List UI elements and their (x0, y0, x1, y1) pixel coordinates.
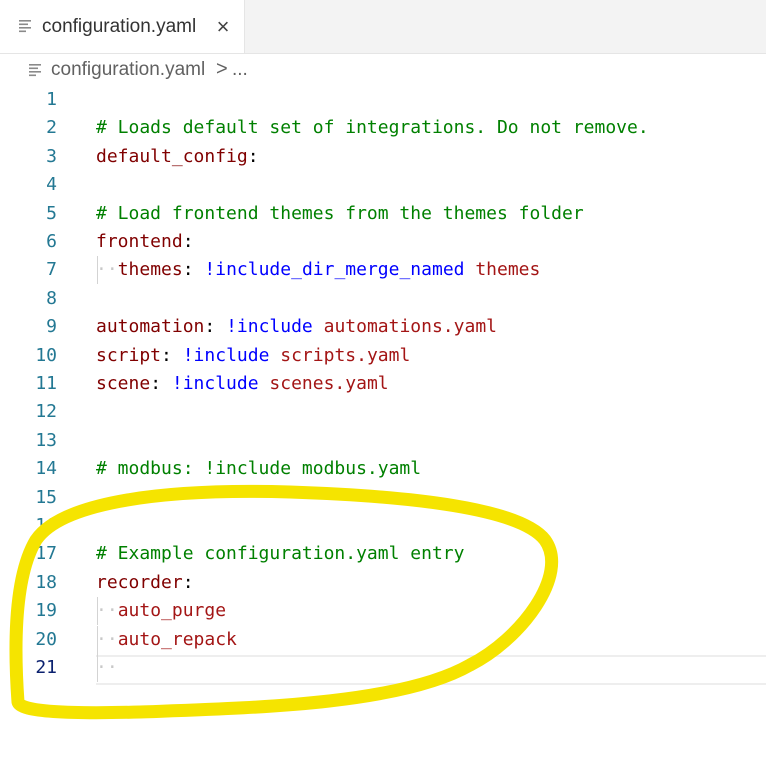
line-code: # Loads default set of integrations. Do … (96, 117, 649, 138)
file-lines-icon (19, 20, 31, 33)
code-line[interactable]: 7 ··themes: !include_dir_merge_named them… (0, 256, 766, 284)
yaml-colon: : (182, 259, 205, 281)
code-line[interactable]: 14 # modbus: !include modbus.yaml (0, 455, 766, 483)
code-line[interactable]: 20 ··auto_repack (0, 626, 766, 654)
yaml-value: auto_purge (117, 600, 227, 622)
line-code: script: !include scripts.yaml (96, 345, 410, 366)
yaml-tag: !include (182, 344, 270, 366)
code-line[interactable]: 17 # Example configuration.yaml entry (0, 540, 766, 568)
breadcrumb-file[interactable]: configuration.yaml (51, 59, 205, 81)
yaml-colon: : (247, 145, 259, 167)
code-line[interactable]: 12 (0, 398, 766, 426)
line-code: # Example configuration.yaml entry (96, 543, 464, 564)
line-number: 3 (46, 145, 57, 167)
line-number: 16 (35, 515, 57, 536)
tab-bar: configuration.yaml × (0, 0, 766, 54)
code-line[interactable]: 8 (0, 285, 766, 313)
code-line[interactable]: 13 (0, 427, 766, 455)
yaml-tag: !include (171, 373, 259, 394)
line-code: scene: !include scenes.yaml (96, 373, 389, 394)
indent-whitespace: ·· (96, 600, 118, 622)
line-number: 6 (46, 231, 57, 252)
breadcrumb: configuration.yaml > ... (0, 54, 766, 86)
tab-configuration-yaml[interactable]: configuration.yaml × (0, 0, 245, 53)
line-number: 12 (35, 401, 57, 423)
code-line[interactable]: 2 # Loads default set of integrations. Do… (0, 114, 766, 142)
indent-whitespace: ·· (96, 657, 118, 678)
code-line[interactable]: 15 (0, 484, 766, 512)
line-code: frontend: (96, 231, 194, 252)
line-code: default_config: (96, 146, 259, 167)
code-line[interactable]: 18 recorder: (0, 569, 766, 597)
line-number: 14 (35, 458, 57, 480)
yaml-value: themes (464, 259, 541, 281)
yaml-value: automations.yaml (312, 316, 497, 338)
line-code: recorder: (96, 572, 194, 593)
yaml-value: scripts.yaml (269, 344, 411, 366)
yaml-key: default_config (96, 145, 248, 167)
code-editor[interactable]: 1 2 # Loads default set of integrations. D… (0, 86, 766, 771)
code-line[interactable]: 19 ··auto_purge (0, 597, 766, 625)
yaml-key: automation (96, 316, 205, 338)
yaml-key: script (96, 344, 162, 366)
line-code: automation: !include automations.yaml (96, 316, 497, 337)
line-code: # Load frontend themes from the themes f… (96, 203, 584, 224)
yaml-key: recorder (96, 571, 183, 593)
line-number: 8 (46, 287, 57, 309)
line-number: 11 (35, 373, 57, 394)
yaml-colon: : (182, 571, 194, 593)
line-code: # modbus: !include modbus.yaml (96, 458, 421, 479)
yaml-key: themes (117, 259, 183, 281)
line-number: 2 (46, 117, 57, 139)
line-number: 13 (35, 429, 57, 451)
yaml-colon: : (150, 373, 172, 394)
line-number: 5 (46, 202, 57, 224)
breadcrumb-symbols[interactable]: ... (232, 59, 248, 81)
yaml-colon: : (204, 316, 227, 338)
line-number: 19 (35, 600, 57, 622)
code-line[interactable]: 16 (0, 512, 766, 540)
code-line[interactable]: 5 # Load frontend themes from the themes … (0, 200, 766, 228)
code-line[interactable]: 10 script: !include scripts.yaml (0, 342, 766, 370)
code-line[interactable]: 3 default_config: (0, 143, 766, 171)
yaml-colon: : (182, 231, 194, 252)
line-number: 18 (35, 571, 57, 593)
line-number: 4 (46, 174, 57, 196)
yaml-value: scenes.yaml (258, 373, 389, 394)
code-line[interactable]: 6 frontend: (0, 228, 766, 256)
yaml-tag: !include_dir_merge_named (204, 259, 465, 281)
line-number: 9 (46, 316, 57, 338)
yaml-value: auto_repack (117, 628, 237, 650)
comment-text: # Example configuration.yaml entry (96, 543, 465, 565)
comment-text: # modbus: !include modbus.yaml (96, 458, 422, 480)
yaml-colon: : (161, 344, 183, 366)
code-line[interactable]: 11 scene: !include scenes.yaml (0, 370, 766, 398)
line-code: ··auto_purge (96, 600, 226, 621)
code-line[interactable]: 21 ·· (0, 654, 766, 682)
yaml-tag: !include (226, 316, 313, 338)
code-line[interactable]: 1 (0, 86, 766, 114)
line-number: 17 (35, 543, 57, 565)
indent-whitespace: ·· (96, 259, 118, 281)
code-line[interactable]: 4 (0, 171, 766, 199)
close-icon[interactable]: × (212, 16, 234, 38)
line-number: 10 (35, 344, 57, 366)
line-code: ··themes: !include_dir_merge_named theme… (96, 259, 540, 280)
line-number: 1 (46, 89, 57, 110)
line-code: ··auto_repack (96, 629, 237, 650)
chevron-right-icon: > (216, 58, 228, 80)
line-code: ·· (96, 657, 118, 678)
tab-title: configuration.yaml (42, 16, 197, 37)
line-number: 20 (35, 628, 57, 650)
indent-whitespace: ·· (96, 628, 118, 650)
line-number: 15 (35, 486, 57, 508)
code-line[interactable]: 9 automation: !include automations.yaml (0, 313, 766, 341)
yaml-key: scene (96, 373, 151, 394)
line-number: 7 (46, 259, 57, 281)
line-number: 21 (35, 657, 57, 678)
comment-text: # Load frontend themes from the themes f… (96, 202, 584, 224)
yaml-key: frontend (96, 231, 183, 252)
comment-text: # Loads default set of integrations. Do … (96, 117, 649, 139)
file-lines-icon (29, 64, 41, 77)
